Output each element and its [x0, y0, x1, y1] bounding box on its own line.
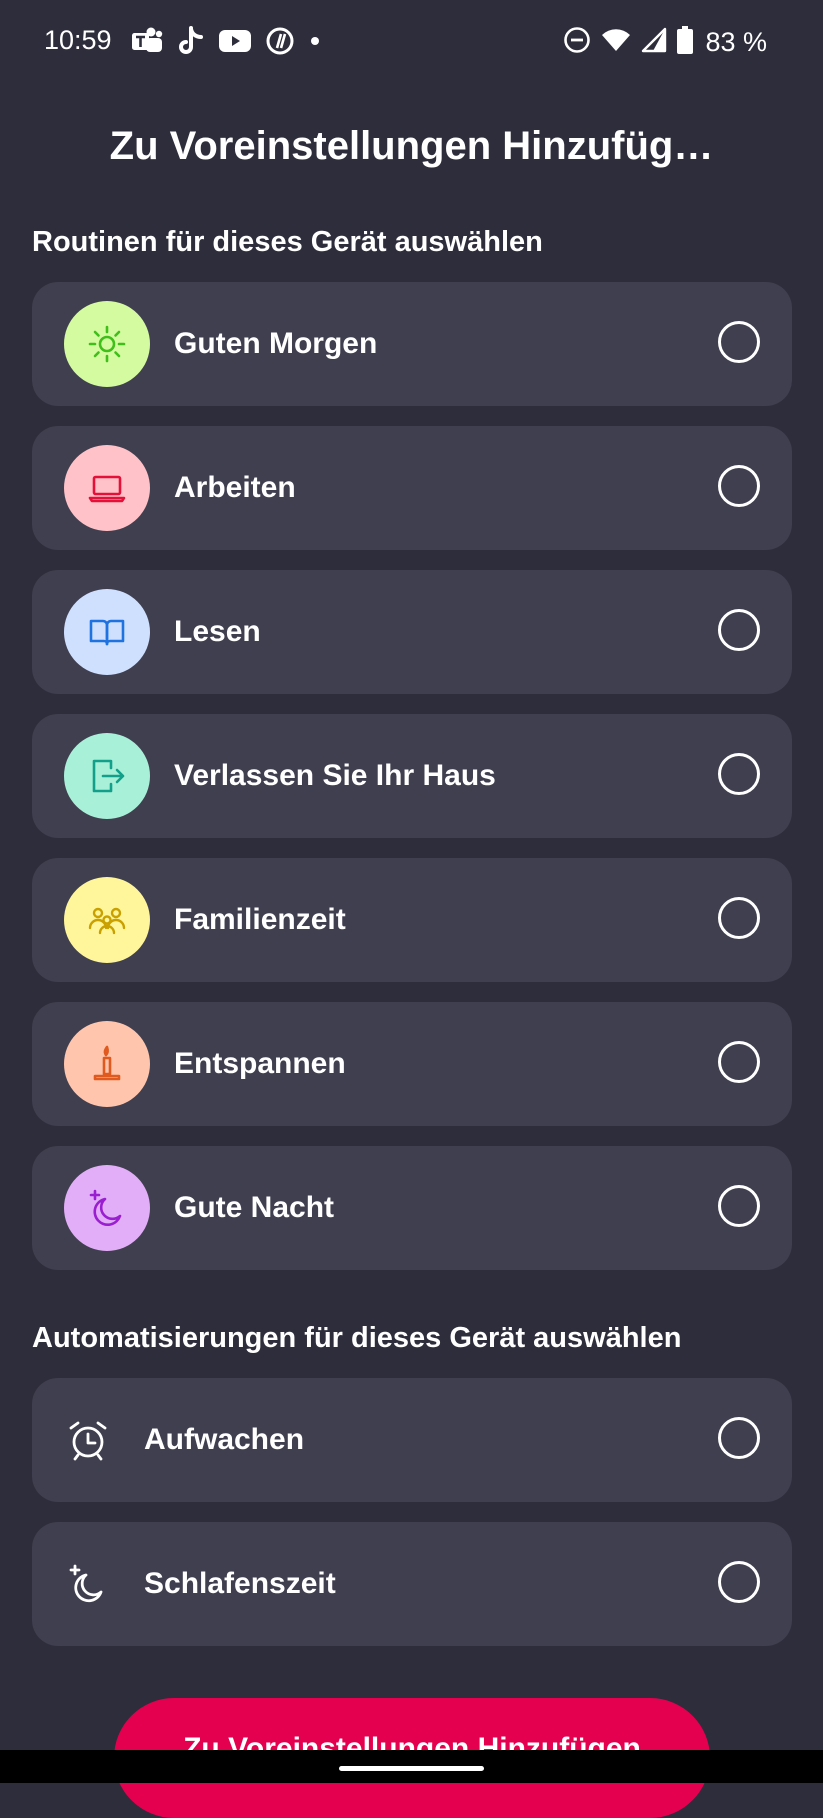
routine-label: Entspannen [174, 1047, 346, 1080]
routine-radio[interactable] [718, 609, 760, 651]
routine-radio[interactable] [718, 321, 760, 363]
routine-radio[interactable] [718, 897, 760, 939]
automations-heading: Automatisierungen für dieses Gerät auswä… [32, 1322, 682, 1354]
tiktok-icon [177, 25, 205, 57]
routine-label: Guten Morgen [174, 327, 378, 360]
routine-gute-nacht[interactable]: Gute Nacht [32, 1146, 792, 1270]
automation-radio[interactable] [718, 1417, 760, 1459]
status-time: 10:59 [44, 25, 112, 55]
alarm-clock-icon [66, 1418, 110, 1462]
automation-schlafenszeit[interactable]: Schlafenszeit [32, 1522, 792, 1646]
routine-label: Gute Nacht [174, 1191, 335, 1224]
moon-star-icon [64, 1165, 150, 1251]
routine-familienzeit[interactable]: Familienzeit [32, 858, 792, 982]
automation-label: Aufwachen [144, 1423, 305, 1456]
routines-list: Guten Morgen Arbeiten Lesen Verlassen Si… [32, 282, 792, 1290]
threads-icon [265, 26, 295, 56]
routine-radio[interactable] [718, 1185, 760, 1227]
youtube-icon [219, 29, 251, 53]
more-dot-icon [309, 35, 321, 47]
dnd-icon [563, 26, 591, 59]
routine-radio[interactable] [718, 1041, 760, 1083]
signal-icon [641, 27, 667, 58]
routine-arbeiten[interactable]: Arbeiten [32, 426, 792, 550]
routine-radio[interactable] [718, 465, 760, 507]
automation-radio[interactable] [718, 1561, 760, 1603]
sun-icon [64, 301, 150, 387]
battery-icon [677, 25, 694, 59]
routine-radio[interactable] [718, 753, 760, 795]
wifi-icon [601, 28, 631, 57]
routine-label: Arbeiten [174, 471, 296, 504]
gesture-handle[interactable] [339, 1766, 484, 1771]
automation-label: Schlafenszeit [144, 1567, 336, 1600]
routine-label: Familienzeit [174, 903, 346, 936]
routines-heading: Routinen für dieses Gerät auswählen [32, 226, 543, 258]
navigation-bar [0, 1750, 823, 1783]
family-icon [64, 877, 150, 963]
status-bar: 10:59 83 % [0, 0, 823, 84]
system-icons: 83 % [563, 25, 767, 59]
battery-percent: 83 % [705, 26, 767, 57]
automations-list: Aufwachen Schlafenszeit [32, 1378, 792, 1666]
teams-icon [131, 26, 163, 56]
routine-entspannen[interactable]: Entspannen [32, 1002, 792, 1126]
routine-label: Verlassen Sie Ihr Haus [174, 759, 496, 792]
book-icon [64, 589, 150, 675]
routine-lesen[interactable]: Lesen [32, 570, 792, 694]
candle-icon [64, 1021, 150, 1107]
exit-door-icon [64, 733, 150, 819]
routine-label: Lesen [174, 615, 261, 648]
routine-verlassen-sie-ihr-haus[interactable]: Verlassen Sie Ihr Haus [32, 714, 792, 838]
automation-aufwachen[interactable]: Aufwachen [32, 1378, 792, 1502]
page-title: Zu Voreinstellungen Hinzufüg… [109, 124, 714, 168]
notification-icons [131, 25, 321, 57]
routine-guten-morgen[interactable]: Guten Morgen [32, 282, 792, 406]
moon-star-icon [66, 1562, 110, 1606]
laptop-icon [64, 445, 150, 531]
